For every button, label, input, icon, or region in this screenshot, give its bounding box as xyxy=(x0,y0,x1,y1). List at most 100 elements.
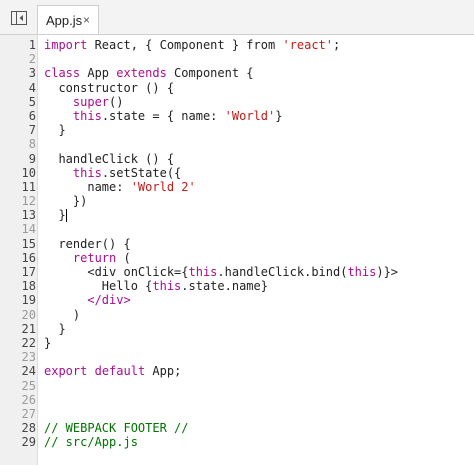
line-number: 1 xyxy=(28,38,36,52)
code-line[interactable]: 1 import React, { Component } from 'react… xyxy=(0,38,474,52)
code-text: <div onClick={this.handleClick.bind(this… xyxy=(44,265,398,279)
code-line[interactable]: 22} xyxy=(0,336,474,350)
code-editor[interactable]: 1 import React, { Component } from 'react… xyxy=(0,35,474,465)
line-number: 5 xyxy=(28,94,36,109)
code-text: } xyxy=(44,208,67,223)
code-line[interactable]: 23 xyxy=(0,350,474,364)
code-line[interactable]: 5 super() xyxy=(0,95,474,109)
close-icon[interactable]: × xyxy=(83,13,90,27)
code-line[interactable]: 16 return ( xyxy=(0,251,474,265)
code-token: } xyxy=(44,335,52,350)
line-number: 16 xyxy=(21,250,36,265)
code-line[interactable]: 19 </div> xyxy=(0,293,474,307)
code-text: </div> xyxy=(44,293,130,307)
tab-label: App.js xyxy=(46,13,83,28)
line-number: 14 xyxy=(21,222,36,237)
line-number: 9 xyxy=(28,151,36,166)
code-token-cm: // WEBPACK FOOTER // xyxy=(44,421,189,436)
code-token-str: 'World' xyxy=(224,108,276,123)
line-number: 19 xyxy=(21,293,36,308)
line-number: 27 xyxy=(21,406,36,421)
code-text: } xyxy=(44,336,51,350)
code-line[interactable]: 4 constructor () { xyxy=(0,81,474,95)
line-number: 2 xyxy=(28,52,36,67)
code-line[interactable]: 15 render() { xyxy=(0,237,474,251)
code-token: Component { xyxy=(166,66,254,81)
code-line[interactable]: 8 xyxy=(0,137,474,151)
code-line[interactable]: 7 } xyxy=(0,123,474,137)
code-line[interactable]: 27 xyxy=(0,407,474,421)
code-token-kw: export xyxy=(44,364,88,379)
panel-toggle-button[interactable] xyxy=(9,9,29,26)
code-token-str: 'react' xyxy=(282,38,334,52)
code-text: // WEBPACK FOOTER // xyxy=(44,421,189,435)
code-text: } xyxy=(44,321,66,336)
code-token: render() { xyxy=(44,236,131,251)
code-token: .state = { name: xyxy=(101,108,225,123)
code-line[interactable]: 3 class App extends Component { xyxy=(0,66,474,80)
code-line[interactable]: 24 export default App; xyxy=(0,364,474,378)
line-number: 10 xyxy=(21,165,36,180)
code-line[interactable]: 11 name: 'World 2' xyxy=(0,180,474,194)
line-number: 6 xyxy=(28,108,36,123)
code-line[interactable]: 14 xyxy=(0,222,474,236)
line-number: 25 xyxy=(21,378,36,393)
code-token-kw: this xyxy=(72,108,102,123)
line-number: 24 xyxy=(21,364,36,379)
code-line[interactable]: 29 // src/App.js xyxy=(0,435,474,449)
line-number: 23 xyxy=(21,350,36,365)
code-line[interactable]: 9 handleClick () { xyxy=(0,152,474,166)
code-token: } xyxy=(44,208,66,223)
code-line[interactable]: 25 xyxy=(0,379,474,393)
line-number: 22 xyxy=(21,335,36,350)
code-token-kw: class xyxy=(44,66,81,81)
code-token-kw: super xyxy=(72,94,110,109)
code-token: } xyxy=(44,123,66,138)
line-number: 8 xyxy=(28,137,36,152)
code-text: this.setState({ xyxy=(44,166,181,180)
line-number: 7 xyxy=(28,123,36,138)
code-token: .setState({ xyxy=(101,165,182,180)
line-number: 4 xyxy=(28,80,36,95)
tab-app-js[interactable]: App.js × xyxy=(37,5,99,34)
code-text: constructor () { xyxy=(44,81,174,95)
code-token: }) xyxy=(44,194,88,209)
code-line[interactable]: 21 } xyxy=(0,322,474,336)
code-line[interactable]: 10 this.setState({ xyxy=(0,166,474,180)
code-text: render() { xyxy=(44,236,131,251)
code-token-str: 'World 2' xyxy=(130,179,196,194)
code-line[interactable]: 2 xyxy=(0,52,474,66)
line-number: 3 xyxy=(28,66,36,81)
code-text: // src/App.js xyxy=(44,435,138,449)
code-token: } xyxy=(44,321,66,336)
panel-toggle-icon xyxy=(11,10,27,25)
line-number: 13 xyxy=(21,208,36,223)
code-line[interactable]: 28 // WEBPACK FOOTER // xyxy=(0,421,474,435)
code-text: return ( xyxy=(44,251,131,265)
code-token: App xyxy=(80,66,117,81)
code-text: }) xyxy=(44,194,87,208)
code-line[interactable]: 17 <div onClick={this.handleClick.bind(t… xyxy=(0,265,474,279)
code-token: } xyxy=(275,108,283,123)
code-token-kw: this xyxy=(72,165,102,180)
code-token: constructor () { xyxy=(44,80,175,95)
code-token: ( xyxy=(116,250,131,265)
code-line[interactable]: 6 this.state = { name: 'World'} xyxy=(0,109,474,123)
code-token: ) xyxy=(44,307,81,322)
code-token: )}> xyxy=(376,265,399,279)
code-text: } xyxy=(44,123,66,138)
code-line[interactable]: 26 xyxy=(0,393,474,407)
code-token-kw: import xyxy=(44,38,88,52)
code-token-kw: this xyxy=(347,265,377,279)
code-line[interactable]: 20 ) xyxy=(0,308,474,322)
code-line[interactable]: 13 } xyxy=(0,208,474,223)
line-number: 21 xyxy=(21,321,36,336)
code-token-kw: extends xyxy=(116,66,167,81)
code-token: handleClick () { xyxy=(44,151,175,166)
code-token: name: xyxy=(44,179,131,194)
code-line[interactable]: 12 }) xyxy=(0,194,474,208)
code-text: class App extends Component { xyxy=(44,66,254,80)
code-line[interactable]: 18 Hello {this.state.name} xyxy=(0,279,474,293)
